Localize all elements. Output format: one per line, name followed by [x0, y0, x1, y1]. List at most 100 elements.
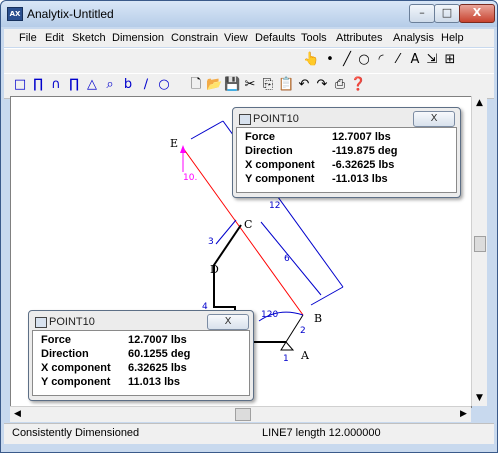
menu-tools[interactable]: Tools — [301, 32, 327, 44]
popup-top-title: POINT10 — [253, 113, 299, 125]
app-window: AX Analytix-Untitled – □ X File Edit Ske… — [0, 0, 498, 453]
menu-edit[interactable]: Edit — [45, 32, 64, 44]
row-direction-value: 60.1255 deg — [128, 348, 191, 360]
row-force-value: 12.7007 lbs — [128, 334, 187, 346]
dim-line-12-end — [310, 286, 344, 306]
label-B: B — [314, 312, 322, 325]
help-icon[interactable]: ❓ — [350, 77, 366, 93]
menu-help[interactable]: Help — [441, 32, 464, 44]
label-D: D — [210, 263, 219, 276]
row-x-component-value: -6.32625 lbs — [332, 159, 395, 171]
spring-icon[interactable]: ○ — [156, 77, 172, 93]
popup-window-icon — [239, 114, 251, 125]
save-icon[interactable]: 💾 — [224, 77, 240, 93]
line-icon[interactable]: ╱ — [339, 52, 355, 68]
undo-icon[interactable]: ↶ — [296, 77, 312, 93]
menu-attributes[interactable]: Attributes — [336, 32, 382, 44]
new-icon[interactable]: 🗋 — [188, 77, 204, 93]
dim-3[interactable]: 3 — [208, 237, 214, 247]
row-force-label: Force — [41, 334, 71, 346]
arc-icon[interactable]: ◜ — [373, 52, 389, 68]
popup-top-close-button[interactable]: X — [413, 111, 455, 127]
scroll-right-icon[interactable]: ▶ — [456, 407, 471, 422]
rect-icon[interactable]: □ — [12, 77, 28, 93]
minimize-button[interactable]: – — [409, 4, 435, 23]
menu-dimension[interactable]: Dimension — [112, 32, 164, 44]
dim-12[interactable]: 12 — [269, 201, 280, 211]
dim-line-E — [190, 120, 224, 140]
probe-icon[interactable]: ⌕ — [102, 77, 118, 93]
cursor-arrow-icon[interactable]: 👆 — [303, 52, 319, 68]
window-title: Analytix-Untitled — [27, 7, 114, 21]
row-force-value: 12.7007 lbs — [332, 131, 391, 143]
force-arrowhead — [180, 145, 186, 153]
point-icon[interactable]: • — [322, 52, 338, 68]
vertical-scrollbar[interactable]: ▲ ▼ — [471, 96, 487, 406]
lever-icon[interactable]: b — [120, 77, 136, 93]
cut-icon[interactable]: ✂ — [242, 77, 258, 93]
horizontal-scrollbar[interactable]: ◀ ▶ — [10, 406, 471, 422]
horizontal-scroll-thumb[interactable] — [235, 408, 251, 421]
status-bar: Consistently Dimensioned LINE7 length 12… — [4, 423, 494, 444]
popup-bottom-table: Force 12.7007 lbs Direction 60.1255 deg … — [32, 330, 250, 396]
paste-icon[interactable]: 📋 — [278, 77, 294, 93]
popup-bottom-close-button[interactable]: X — [207, 314, 249, 330]
print-icon[interactable]: ⎙ — [332, 77, 348, 93]
label-C: C — [244, 218, 252, 231]
title-bar[interactable]: AX Analytix-Untitled – □ X — [1, 1, 497, 27]
frame-icon[interactable]: ∏ — [30, 77, 46, 93]
point-popup-bottom[interactable]: POINT10 X Force 12.7007 lbs Direction 60… — [28, 310, 254, 401]
circle-icon[interactable]: ○ — [356, 52, 372, 68]
row-x-component-label: X component — [41, 362, 111, 374]
row-direction-label: Direction — [41, 348, 89, 360]
redo-icon[interactable]: ↷ — [314, 77, 330, 93]
status-left: Consistently Dimensioned — [12, 427, 140, 439]
menu-bar: File Edit Sketch Dimension Constrain Vie… — [4, 29, 494, 47]
label-E: E — [170, 137, 178, 150]
popup-bottom-title: POINT10 — [49, 316, 95, 328]
row-y-component-value: 11.013 lbs — [128, 376, 180, 388]
dashed-line-icon[interactable]: ⁄ — [390, 52, 406, 68]
arch-icon[interactable]: ∩ — [48, 77, 64, 93]
scroll-left-icon[interactable]: ◀ — [10, 407, 25, 422]
row-y-component-label: Y component — [245, 173, 315, 185]
row-x-component-label: X component — [245, 159, 315, 171]
pin-support-A — [280, 341, 295, 351]
row-direction-value: -119.875 deg — [332, 145, 398, 157]
popup-window-icon — [35, 317, 47, 328]
close-button[interactable]: X — [459, 4, 495, 23]
text-A-icon[interactable]: A — [407, 52, 423, 68]
analytix-app-icon: AX — [7, 7, 23, 21]
open-icon[interactable]: 📂 — [206, 77, 222, 93]
label-A: A — [300, 349, 310, 362]
row-x-component-value: 6.32625 lbs — [128, 362, 187, 374]
dim-line-6 — [260, 221, 322, 296]
row-force-label: Force — [245, 131, 275, 143]
row-y-component-label: Y component — [41, 376, 111, 388]
menu-file[interactable]: File — [19, 32, 37, 44]
dim-120[interactable]: 120 — [261, 310, 278, 320]
row-direction-label: Direction — [245, 145, 293, 157]
menu-defaults[interactable]: Defaults — [255, 32, 295, 44]
point-popup-top[interactable]: POINT10 X Force 12.7007 lbs Direction -1… — [232, 107, 461, 198]
pen-icon[interactable]: ∕ — [138, 77, 154, 93]
menu-constrain[interactable]: Constrain — [171, 32, 218, 44]
triangle-icon[interactable]: △ — [84, 77, 100, 93]
menu-analysis[interactable]: Analysis — [393, 32, 434, 44]
dim-1[interactable]: 1 — [283, 354, 289, 364]
copy-icon[interactable]: ⎘ — [260, 77, 276, 93]
scroll-up-icon[interactable]: ▲ — [472, 96, 487, 111]
menu-sketch[interactable]: Sketch — [72, 32, 106, 44]
status-right: LINE7 length 12.000000 — [262, 427, 381, 439]
maximize-button[interactable]: □ — [434, 4, 460, 23]
toolbar-drawing: 👆 • ╱ ○ ◜ ⁄ A ⇲ ⊞ — [4, 48, 494, 74]
scroll-down-icon[interactable]: ▼ — [472, 391, 487, 406]
fit-icon[interactable]: ⊞ — [442, 52, 458, 68]
truss-icon[interactable]: ∏ — [66, 77, 82, 93]
dim-2[interactable]: 2 — [300, 326, 306, 336]
dim-10[interactable]: 10. — [183, 173, 197, 183]
vertical-scroll-thumb[interactable] — [474, 236, 486, 252]
menu-view[interactable]: View — [224, 32, 248, 44]
dim-6[interactable]: 6 — [284, 254, 290, 264]
dimension-icon[interactable]: ⇲ — [424, 52, 440, 68]
